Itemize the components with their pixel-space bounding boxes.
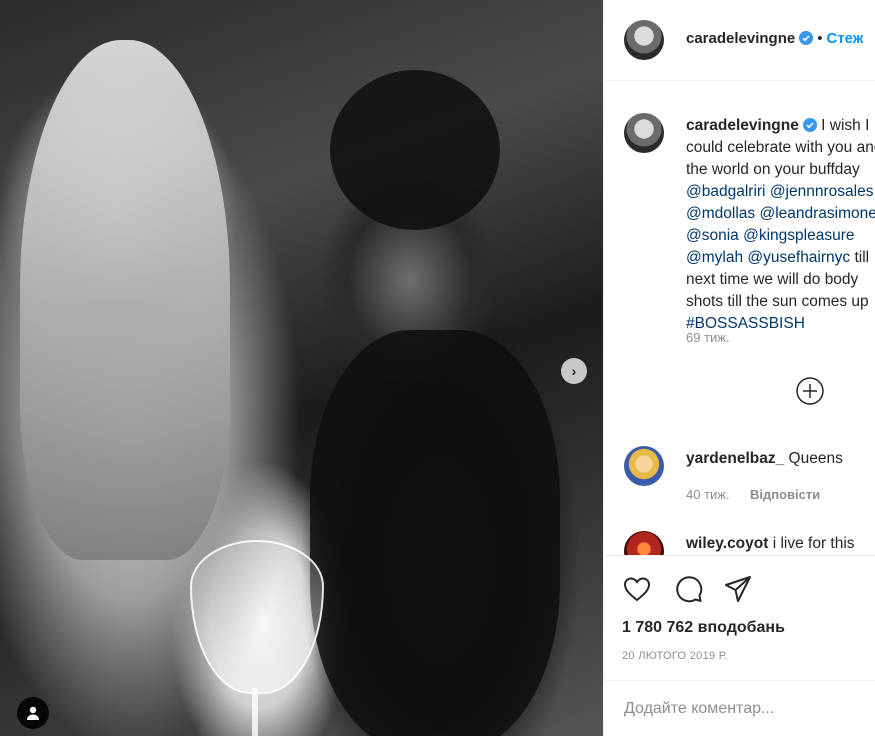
caption-text: caradelevingne I wish I could celebrate … — [686, 115, 875, 335]
caption-username[interactable]: caradelevingne — [686, 117, 799, 134]
comment-icon[interactable] — [674, 574, 704, 604]
post-date[interactable]: 20 ЛЮТОГО 2019 Р. — [622, 650, 728, 662]
mention-link[interactable]: @yusefhairnyc — [747, 249, 850, 266]
heart-icon[interactable] — [622, 574, 652, 604]
commenter-avatar[interactable] — [624, 446, 664, 486]
comment-text: yardenelbaz_ Queens — [686, 450, 843, 468]
post-photo[interactable]: › — [0, 0, 603, 736]
comments-area[interactable]: caradelevingne I wish I could celebrate … — [604, 80, 875, 555]
verified-icon — [802, 118, 817, 132]
plus-circle-icon[interactable] — [796, 377, 824, 405]
add-comment-section — [604, 680, 875, 737]
comment-username[interactable]: yardenelbaz_ — [686, 450, 784, 467]
mention-link[interactable]: @sonia — [686, 227, 739, 244]
comment-input[interactable] — [622, 695, 866, 723]
comment-username[interactable]: wiley.coyot — [686, 535, 768, 552]
author-avatar[interactable] — [624, 20, 664, 60]
mention-link[interactable]: @badgalriri — [686, 183, 766, 200]
tagged-users-button[interactable] — [17, 697, 49, 729]
caption-timestamp[interactable]: 69 тиж. — [686, 330, 730, 345]
comment-body: Queens — [784, 450, 843, 467]
comment-timestamp[interactable]: 40 тиж. — [686, 487, 730, 502]
reply-button[interactable]: Відповісти — [750, 487, 820, 502]
post-header: caradelevingne • Стеж — [604, 0, 875, 81]
share-icon[interactable] — [723, 574, 753, 604]
chevron-right-icon: › — [571, 363, 577, 379]
author-username[interactable]: caradelevingne — [686, 30, 795, 47]
post-side-panel: caradelevingne • Стеж caradelevingne I wis… — [603, 0, 875, 736]
separator: • — [817, 30, 823, 47]
commenter-avatar[interactable] — [624, 531, 664, 555]
comment-body: i live for this — [768, 535, 855, 552]
caption: caradelevingne I wish I could celebrate … — [604, 80, 875, 555]
mention-link[interactable]: @mylah — [686, 249, 743, 266]
user-tag-icon — [27, 706, 39, 720]
next-photo-button[interactable]: › — [561, 358, 587, 384]
verified-icon — [799, 31, 814, 45]
mention-link[interactable]: @mdollas — [686, 205, 755, 222]
comment-text: wiley.coyot i live for this — [686, 535, 855, 553]
mention-link[interactable]: @kingspleasure — [743, 227, 854, 244]
mention-link[interactable]: @jennnrosales — [770, 183, 874, 200]
follow-button[interactable]: Стеж — [826, 30, 863, 47]
mention-link[interactable]: @leandrasimone_ — [759, 205, 875, 222]
post-actions: 1 780 762 вподобань 20 ЛЮТОГО 2019 Р. — [604, 555, 875, 681]
caption-author-avatar[interactable] — [624, 113, 664, 153]
likes-count[interactable]: 1 780 762 вподобань — [622, 619, 785, 637]
